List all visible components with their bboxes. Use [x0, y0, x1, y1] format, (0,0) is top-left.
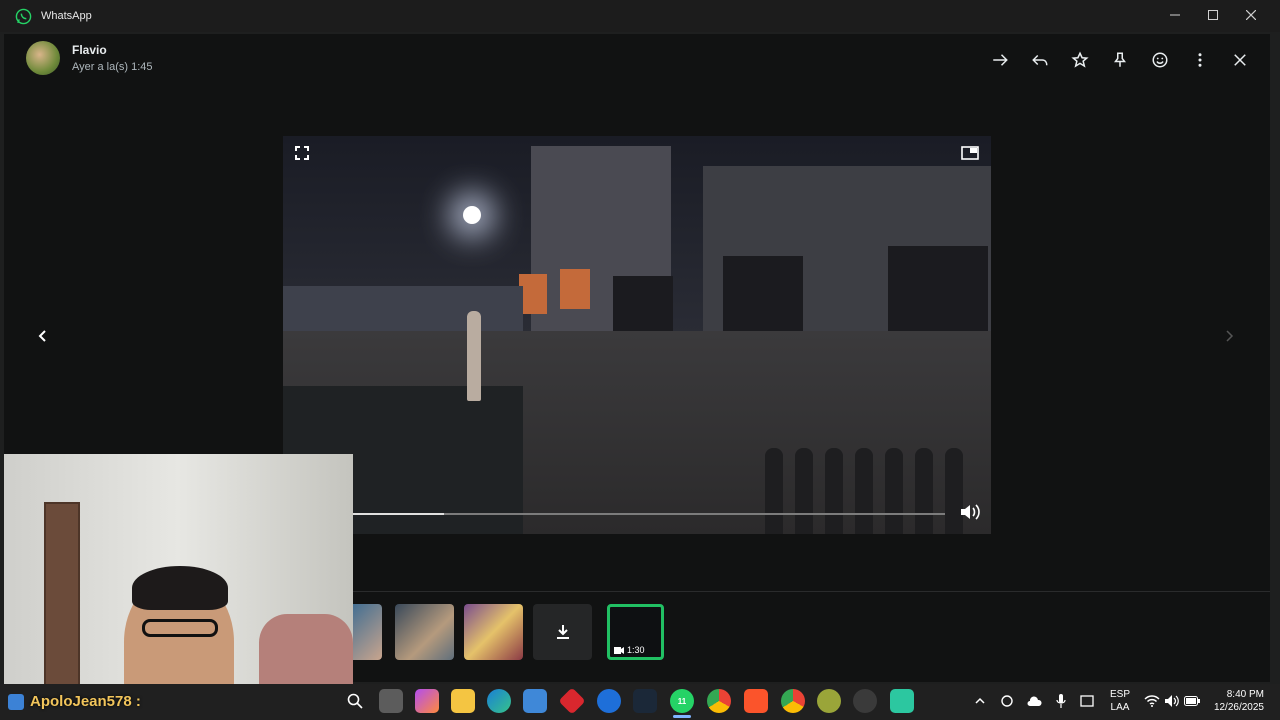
video-player[interactable]	[283, 136, 991, 534]
forward-icon	[993, 54, 1008, 66]
avatar[interactable]	[26, 41, 60, 75]
clock-time: 8:40 PM	[1226, 689, 1264, 700]
media-thumbnail-active[interactable]: 1:30	[607, 604, 664, 660]
download-icon	[556, 625, 569, 639]
more-options-button[interactable]	[1188, 48, 1212, 72]
chevron-left-icon	[38, 330, 46, 342]
app-green-icon[interactable]	[817, 689, 841, 713]
fullscreen-button[interactable]	[295, 146, 309, 165]
search-icon[interactable]	[343, 689, 367, 713]
download-thumbnail-button[interactable]	[533, 604, 592, 660]
pin-icon	[1114, 52, 1126, 67]
video-garage-door	[613, 276, 673, 336]
file-explorer-icon[interactable]	[451, 689, 475, 713]
chrome-icon[interactable]	[707, 689, 731, 713]
video-progress-fill	[348, 513, 444, 515]
minimize-button[interactable]	[1155, 0, 1195, 30]
star-icon	[1071, 51, 1089, 68]
webcam-door	[44, 502, 80, 692]
video-duration-badge: 1:30	[614, 645, 645, 655]
volume-button[interactable]	[959, 503, 981, 526]
whatsapp-logo-icon	[15, 8, 32, 25]
video-garage-door	[723, 256, 803, 336]
steam-icon[interactable]	[633, 689, 657, 713]
active-app-indicator	[673, 715, 691, 718]
taskbar: 11 ESP LAA 8:40 PM 12/26/2025	[0, 684, 1280, 720]
edge-icon[interactable]	[487, 689, 511, 713]
next-media-button[interactable]	[1215, 324, 1243, 348]
video-streetlight	[463, 206, 481, 224]
media-thumbnail[interactable]	[464, 604, 523, 660]
pin-button[interactable]	[1108, 48, 1132, 72]
webcam-person-glasses	[142, 619, 218, 637]
app-blue-icon[interactable]	[597, 689, 621, 713]
message-timestamp: Ayer a la(s) 1:45	[72, 61, 153, 73]
minimize-icon	[1170, 14, 1180, 16]
video-garage-door	[888, 246, 988, 336]
previous-media-button[interactable]	[29, 324, 57, 348]
video-progress-bar[interactable]	[348, 513, 945, 515]
whatsapp-unread-badge: 11	[677, 696, 687, 706]
volume-tray-icon[interactable]	[1162, 689, 1182, 713]
viewer-actions	[988, 48, 1252, 72]
video-lit-window	[519, 274, 547, 314]
viewer-header: Flavio Ayer a la(s) 1:45	[4, 34, 1270, 86]
video-fence	[733, 418, 991, 534]
close-window-button[interactable]	[1231, 0, 1271, 30]
copilot-icon[interactable]	[415, 689, 439, 713]
keyboard-layout: LAA	[1110, 702, 1130, 713]
wifi-icon[interactable]	[1142, 689, 1162, 713]
stream-username-label: ApoloJean578 :	[8, 693, 141, 710]
volume-icon	[961, 504, 980, 520]
app-diamond-icon[interactable]	[558, 687, 586, 715]
media-thumbnail[interactable]	[349, 604, 382, 660]
picture-in-picture-button[interactable]	[961, 146, 979, 165]
obs-icon[interactable]	[853, 689, 877, 713]
reply-button[interactable]	[1028, 48, 1052, 72]
video-duration: 1:30	[627, 645, 645, 655]
close-viewer-button[interactable]	[1228, 48, 1252, 72]
star-button[interactable]	[1068, 48, 1092, 72]
video-camera-icon	[614, 646, 624, 654]
streamer-name: ApoloJean578 :	[30, 693, 141, 710]
language-code: ESP	[1110, 689, 1131, 700]
reply-icon	[1032, 54, 1048, 66]
maximize-icon	[1208, 10, 1218, 20]
video-person	[467, 311, 481, 401]
forward-button[interactable]	[988, 48, 1012, 72]
contact-name[interactable]: Flavio	[72, 43, 107, 57]
chevron-up-icon[interactable]	[970, 689, 990, 713]
video-lit-window	[560, 269, 590, 309]
app-title: WhatsApp	[41, 10, 92, 22]
more-icon	[1198, 53, 1202, 67]
webcam-person-hair	[132, 566, 228, 610]
chevron-right-icon	[1226, 330, 1234, 342]
microphone-icon[interactable]	[1051, 689, 1071, 713]
fullscreen-icon	[295, 146, 309, 160]
app-teal-icon[interactable]	[890, 689, 914, 713]
react-button[interactable]	[1148, 48, 1172, 72]
media-thumbnail[interactable]	[395, 604, 454, 660]
webcam-overlay	[4, 454, 353, 710]
picture-in-picture-icon	[961, 146, 979, 160]
clock-date: 12/26/2025	[1213, 702, 1264, 713]
close-icon	[1234, 54, 1246, 66]
sync-icon[interactable]	[997, 689, 1017, 713]
task-view-icon[interactable]	[379, 689, 403, 713]
store-icon[interactable]	[523, 689, 547, 713]
maximize-button[interactable]	[1193, 0, 1233, 30]
input-icon[interactable]	[1077, 689, 1097, 713]
close-icon	[1246, 10, 1256, 20]
language-indicator[interactable]: ESP LAA	[1110, 688, 1130, 714]
brave-icon[interactable]	[744, 689, 768, 713]
whatsapp-taskbar-icon[interactable]: 11	[670, 689, 694, 713]
system-clock[interactable]: 8:40 PM 12/26/2025	[1214, 688, 1264, 714]
battery-icon[interactable]	[1182, 689, 1202, 713]
chrome-profile-icon[interactable]	[781, 689, 805, 713]
stream-badge-icon	[8, 693, 24, 710]
title-bar: WhatsApp	[0, 0, 1280, 32]
cloud-icon[interactable]	[1024, 689, 1044, 713]
emoji-icon	[1152, 52, 1168, 68]
